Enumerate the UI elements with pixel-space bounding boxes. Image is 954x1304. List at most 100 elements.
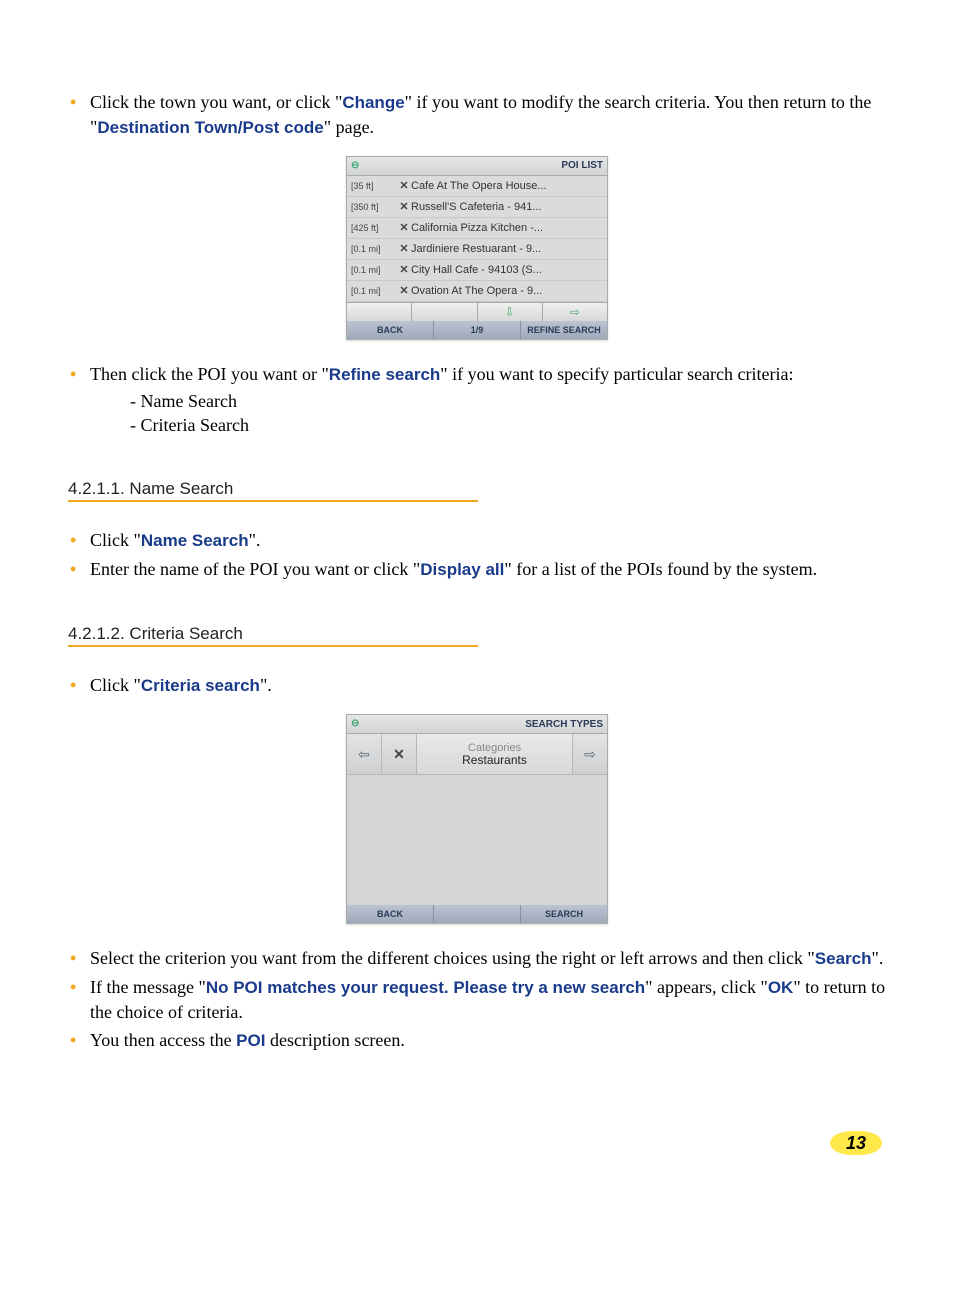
text: Click the town you want, or click " (90, 92, 342, 112)
arrow-right-icon[interactable]: ⇨ (572, 734, 607, 774)
term-no-poi-message: No POI matches your request. Please try … (206, 978, 645, 997)
text: " for a list of the POIs found by the sy… (504, 559, 817, 579)
term-display-all: Display all (420, 560, 504, 579)
sub-item: - Name Search (130, 389, 886, 413)
poi-row[interactable]: [0.1 mi] ✕ Ovation At The Opera - 9... (347, 281, 607, 302)
device-body-blank (347, 775, 607, 905)
x-icon: ✕ (397, 242, 411, 255)
search-types-screenshot: ⊖ SEARCH TYPES ⇦ ✕ Categories Restaurant… (68, 714, 886, 924)
device-header: ⊖ POI LIST (347, 157, 607, 176)
footer-blank (433, 905, 521, 923)
poi-row[interactable]: [0.1 mi] ✕ Jardiniere Restuarant - 9... (347, 239, 607, 260)
poi-row[interactable]: [0.1 mi] ✕ City Hall Cafe - 94103 (S... (347, 260, 607, 281)
arrow-down-icon[interactable]: ⇩ (478, 303, 543, 321)
gps-device-poi-list: ⊖ POI LIST [35 ft] ✕ Cafe At The Opera H… (346, 156, 608, 340)
category-label: Categories (468, 742, 521, 754)
sub-item: - Criteria Search (130, 413, 886, 437)
text: description screen. (265, 1030, 404, 1050)
x-icon: ✕ (397, 284, 411, 297)
poi-name: City Hall Cafe - 94103 (S... (411, 264, 603, 276)
poi-distance: [350 ft] (351, 202, 397, 212)
device-arrow-bar: ⇩ ⇨ (347, 302, 607, 321)
text: Click " (90, 675, 141, 695)
section-heading-name-search: 4.2.1.1. Name Search (68, 479, 478, 502)
poi-distance: [35 ft] (351, 181, 397, 191)
term-search: Search (815, 949, 872, 968)
text: " page. (324, 117, 374, 137)
x-icon: ✕ (397, 179, 411, 192)
arrow-right-icon[interactable]: ⇨ (543, 303, 607, 321)
poi-list-screenshot: ⊖ POI LIST [35 ft] ✕ Cafe At The Opera H… (68, 156, 886, 340)
device-footer: BACK 1/9 REFINE SEARCH (347, 321, 607, 339)
bullet-item: Select the criterion you want from the d… (68, 946, 886, 971)
text: " if you want to specify particular sear… (440, 364, 793, 384)
back-button[interactable]: BACK (347, 321, 434, 339)
category-selector-row: ⇦ ✕ Categories Restaurants ⇨ (347, 734, 607, 775)
bullet-item: You then access the POI description scre… (68, 1028, 886, 1053)
poi-name: Cafe At The Opera House... (411, 180, 603, 192)
back-button[interactable]: BACK (347, 905, 433, 923)
term-ok: OK (768, 978, 794, 997)
car-icon: ⊖ (351, 160, 369, 172)
bullet-item: Enter the name of the POI you want or cl… (68, 557, 886, 582)
term-criteria-search: Criteria search (141, 676, 260, 695)
bullet-item: Then click the POI you want or "Refine s… (68, 362, 886, 438)
poi-row[interactable]: [425 ft] ✕ California Pizza Kitchen -... (347, 218, 607, 239)
term-destination: Destination Town/Post code (97, 118, 323, 137)
text: " appears, click " (645, 977, 768, 997)
x-icon[interactable]: ✕ (382, 734, 417, 774)
bullet-item: If the message "No POI matches your requ… (68, 975, 886, 1024)
text: ". (249, 530, 261, 550)
poi-distance: [0.1 mi] (351, 286, 397, 296)
car-icon: ⊖ (351, 718, 369, 730)
bullet-list-5: Select the criterion you want from the d… (68, 946, 886, 1053)
text: Enter the name of the POI you want or cl… (90, 559, 420, 579)
term-change: Change (342, 93, 404, 112)
bullet-list-3: Click "Name Search". Enter the name of t… (68, 528, 886, 582)
bullet-list-2: Then click the POI you want or "Refine s… (68, 362, 886, 438)
page-number-container: 13 (68, 1133, 886, 1154)
poi-name: California Pizza Kitchen -... (411, 222, 603, 234)
gps-device-search-types: ⊖ SEARCH TYPES ⇦ ✕ Categories Restaurant… (346, 714, 608, 924)
text: Select the criterion you want from the d… (90, 948, 815, 968)
text: Click " (90, 530, 141, 550)
arrow-left-icon[interactable]: ⇦ (347, 734, 382, 774)
screen-title: SEARCH TYPES (525, 719, 603, 730)
search-button[interactable]: SEARCH (521, 905, 607, 923)
page-number: 13 (830, 1131, 882, 1155)
poi-distance: [0.1 mi] (351, 244, 397, 254)
poi-distance: [425 ft] (351, 223, 397, 233)
poi-name: Jardiniere Restuarant - 9... (411, 243, 603, 255)
category-display: Categories Restaurants (417, 734, 572, 774)
device-footer: BACK SEARCH (347, 905, 607, 923)
text: You then access the (90, 1030, 236, 1050)
poi-distance: [0.1 mi] (351, 265, 397, 275)
bullet-item: Click "Criteria search". (68, 673, 886, 698)
text: ". (871, 948, 883, 968)
text: If the message " (90, 977, 206, 997)
poi-name: Russell'S Cafeteria - 941... (411, 201, 603, 213)
arrow-cell-blank[interactable] (412, 303, 477, 321)
x-icon: ✕ (397, 221, 411, 234)
sub-list: - Name Search - Criteria Search (90, 389, 886, 438)
poi-row[interactable]: [35 ft] ✕ Cafe At The Opera House... (347, 176, 607, 197)
bullet-list-4: Click "Criteria search". (68, 673, 886, 698)
screen-title: POI LIST (561, 160, 603, 171)
x-icon: ✕ (397, 263, 411, 276)
bullet-list-1: Click the town you want, or click "Chang… (68, 90, 886, 140)
text: ". (260, 675, 272, 695)
refine-search-button[interactable]: REFINE SEARCH (521, 321, 607, 339)
category-value: Restaurants (462, 754, 527, 767)
document-page: Click the town you want, or click "Chang… (0, 0, 954, 1194)
term-name-search: Name Search (141, 531, 249, 550)
device-header: ⊖ SEARCH TYPES (347, 715, 607, 734)
poi-name: Ovation At The Opera - 9... (411, 285, 603, 297)
poi-row[interactable]: [350 ft] ✕ Russell'S Cafeteria - 941... (347, 197, 607, 218)
term-poi: POI (236, 1031, 265, 1050)
term-refine-search: Refine search (329, 365, 441, 384)
page-indicator: 1/9 (434, 321, 521, 339)
section-heading-criteria-search: 4.2.1.2. Criteria Search (68, 624, 478, 647)
text: Then click the POI you want or " (90, 364, 329, 384)
bullet-item: Click "Name Search". (68, 528, 886, 553)
arrow-cell-blank[interactable] (347, 303, 412, 321)
